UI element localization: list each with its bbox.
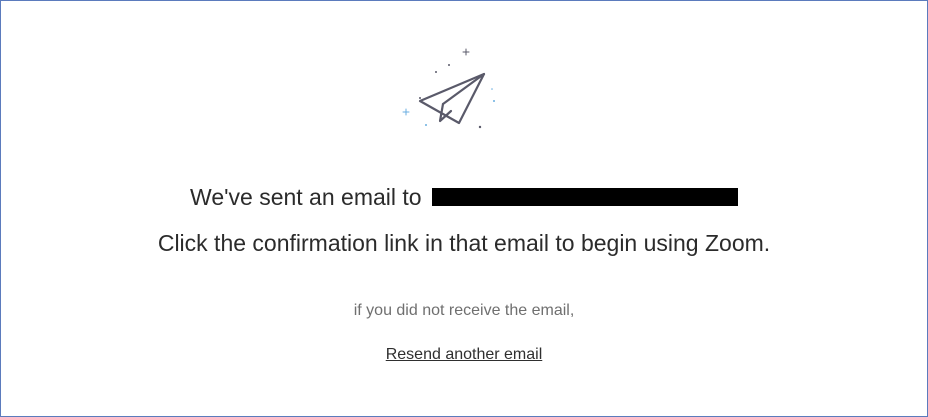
sent-email-message: We've sent an email to bbox=[1, 184, 927, 211]
confirmation-instructions: Click the confirmation link in that emai… bbox=[157, 230, 771, 256]
resend-container: Resend another email bbox=[1, 346, 927, 364]
redacted-email-address bbox=[431, 188, 738, 206]
not-received-text: if you did not receive the email, bbox=[353, 302, 575, 319]
sent-email-prefix: We've sent an email to bbox=[190, 184, 422, 210]
confirmation-panel: We've sent an email to Click the confirm… bbox=[0, 0, 928, 417]
resend-email-link[interactable]: Resend another email bbox=[386, 346, 543, 363]
paper-plane-icon bbox=[396, 41, 506, 141]
